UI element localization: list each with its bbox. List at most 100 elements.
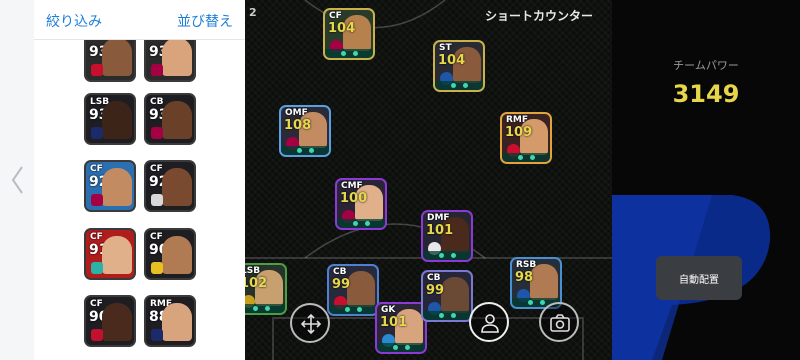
- club-badge-icon: [151, 64, 163, 76]
- club-badge-icon: [151, 127, 163, 139]
- card-position: RMF: [506, 115, 529, 125]
- pitch-player-card[interactable]: CF 104: [323, 8, 375, 60]
- card-position: CMF: [341, 181, 363, 191]
- tactic-label: ショートカウンター: [485, 9, 594, 23]
- card-rating: 99: [332, 277, 351, 292]
- player-portrait: [162, 303, 192, 341]
- player-card[interactable]: CF 91: [84, 228, 136, 280]
- camera-button[interactable]: [539, 302, 579, 342]
- pitch-player-card[interactable]: RSB 98: [510, 257, 562, 309]
- card-rating: 99: [426, 283, 445, 298]
- filter-button[interactable]: 絞り込み: [46, 11, 102, 31]
- pitch-player-card[interactable]: OMF 108: [279, 105, 331, 157]
- card-position: CB: [427, 273, 441, 283]
- card-position: CF: [150, 232, 163, 242]
- club-badge-icon: [151, 262, 163, 274]
- skill-indicator: [377, 343, 425, 352]
- card-rating: 101: [426, 223, 454, 238]
- card-rating: 102: [245, 276, 268, 291]
- player-portrait: [102, 303, 132, 341]
- player-portrait: [441, 277, 469, 313]
- card-position: GK: [381, 305, 396, 315]
- panel-gutter: [0, 0, 34, 360]
- card-position: DMF: [427, 213, 450, 223]
- club-badge-icon: [151, 194, 163, 206]
- pitch-player-card[interactable]: CB 99: [327, 264, 379, 316]
- card-position: CB: [150, 97, 164, 107]
- team-power-label: チームパワー: [673, 59, 739, 72]
- player-portrait: [162, 40, 192, 76]
- card-rating: 101: [380, 315, 408, 330]
- right-panel: チームパワー 3149 自動配置: [612, 0, 800, 360]
- card-position: CF: [90, 299, 103, 309]
- club-badge-icon: [91, 64, 103, 76]
- auto-assign-button[interactable]: 自動配置: [656, 256, 742, 300]
- skill-indicator: [281, 146, 329, 155]
- player-portrait: [162, 236, 192, 274]
- move-arrows-icon: [300, 313, 322, 335]
- card-rating: 108: [284, 118, 312, 133]
- card-position: LSB: [245, 266, 261, 276]
- player-card[interactable]: LSB 93: [84, 93, 136, 145]
- club-badge-icon: [91, 127, 103, 139]
- skill-indicator: [325, 49, 373, 58]
- formation-label: 2: [249, 6, 257, 19]
- skill-indicator: [329, 305, 377, 314]
- skill-indicator: [245, 304, 285, 313]
- pitch-player-card[interactable]: RMF 109: [500, 112, 552, 164]
- player-portrait: [347, 271, 375, 307]
- pitch-player-card[interactable]: GK 101: [375, 302, 427, 354]
- card-rating: 104: [328, 21, 356, 36]
- chevron-left-icon[interactable]: [10, 165, 24, 195]
- club-badge-icon: [91, 329, 103, 341]
- card-rating: 109: [505, 125, 533, 140]
- card-position: CF: [150, 164, 163, 174]
- player-card[interactable]: 93: [84, 40, 136, 82]
- pitch-player-card[interactable]: ST 104: [433, 40, 485, 92]
- player-portrait: [102, 40, 132, 76]
- player-card-list[interactable]: 93 93 LSB 93 CB 93 CF 92 CF 92 CF 91 CF 90 CF 90 RMF 88: [34, 40, 245, 360]
- player-card[interactable]: RMF 88: [144, 295, 196, 347]
- player-card[interactable]: CB 93: [144, 93, 196, 145]
- player-card[interactable]: CF 90: [144, 228, 196, 280]
- team-power-value: 3149: [672, 80, 740, 108]
- card-position: CF: [90, 164, 103, 174]
- card-position: RSB: [516, 260, 537, 270]
- card-position: CF: [329, 11, 342, 21]
- skill-indicator: [423, 311, 471, 320]
- player-list-panel: 絞り込み 並び替え 93 93 LSB 93 CB 93 CF 92 CF 92 CF 91 CF 90 C…: [0, 0, 245, 360]
- move-button[interactable]: [290, 303, 330, 343]
- card-rating: 100: [340, 191, 368, 206]
- club-badge-icon: [151, 329, 163, 341]
- person-icon: [481, 314, 499, 333]
- skill-indicator: [337, 219, 385, 228]
- skill-indicator: [423, 251, 471, 260]
- player-card[interactable]: CF 92: [144, 160, 196, 212]
- panel-header: 絞り込み 並び替え: [34, 0, 245, 40]
- club-badge-icon: [91, 262, 103, 274]
- card-rating: 98: [515, 270, 534, 285]
- pitch-player-card[interactable]: CMF 100: [335, 178, 387, 230]
- card-position: ST: [439, 43, 452, 53]
- pitch: 2 ショートカウンター CF 104 ST 104 OMF 108 RMF 109 CMF 100…: [245, 0, 612, 360]
- pitch-player-card[interactable]: DMF 101: [421, 210, 473, 262]
- player-portrait: [102, 101, 132, 139]
- skill-indicator: [435, 81, 483, 90]
- person-button[interactable]: [469, 302, 509, 342]
- card-position: CB: [333, 267, 347, 277]
- card-position: CF: [90, 232, 103, 242]
- card-rating: 104: [438, 53, 466, 68]
- player-card[interactable]: CF 90: [84, 295, 136, 347]
- background-emblem: [612, 195, 771, 360]
- player-portrait: [102, 236, 132, 274]
- card-position: OMF: [285, 108, 308, 118]
- player-portrait: [162, 101, 192, 139]
- pitch-player-card[interactable]: CB 99: [421, 270, 473, 322]
- player-portrait: [102, 168, 132, 206]
- club-badge-icon: [91, 194, 103, 206]
- sort-button[interactable]: 並び替え: [177, 11, 233, 31]
- player-portrait: [162, 168, 192, 206]
- pitch-player-card[interactable]: LSB102: [245, 263, 287, 315]
- player-card[interactable]: CF 92: [84, 160, 136, 212]
- player-card[interactable]: 93: [144, 40, 196, 82]
